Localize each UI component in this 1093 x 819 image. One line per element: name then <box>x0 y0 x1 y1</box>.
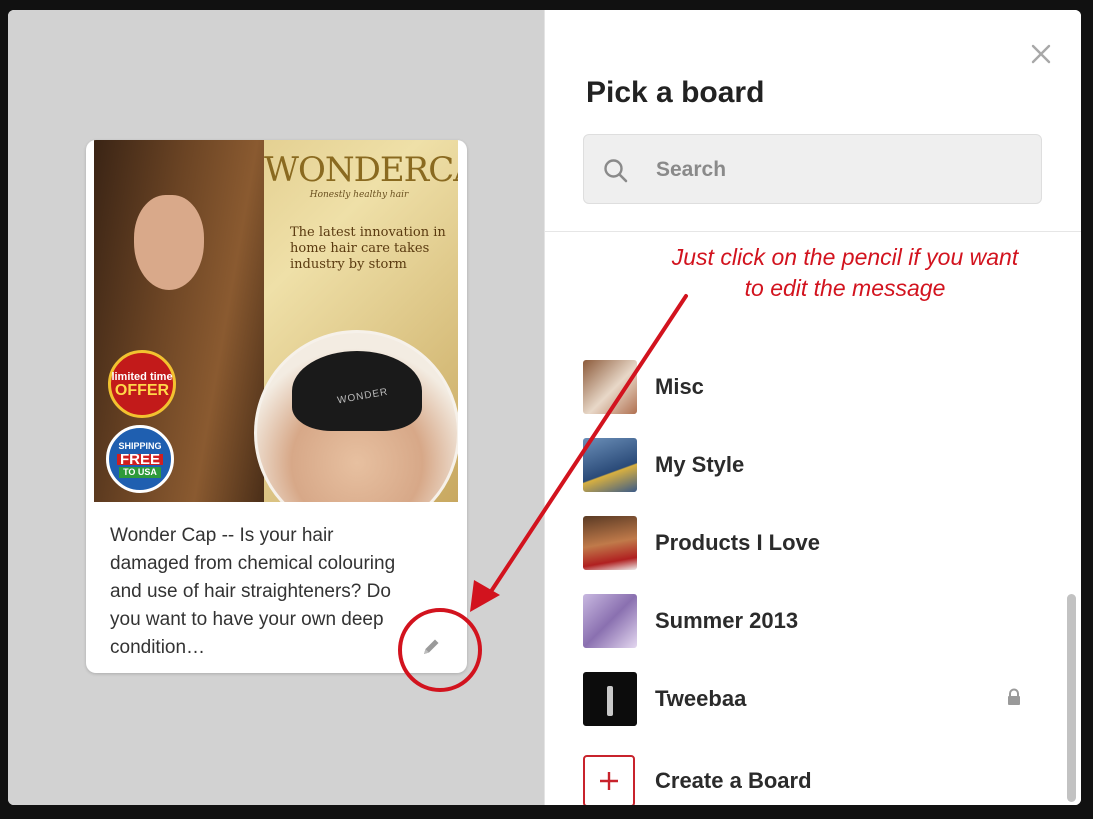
search-box <box>583 134 1042 204</box>
board-thumbnail <box>583 594 637 648</box>
board-item-products-i-love[interactable]: Products I Love <box>583 504 1023 582</box>
board-item-misc[interactable]: Misc <box>583 348 1023 426</box>
board-name: Tweebaa <box>655 686 747 711</box>
product-photo: WONDER <box>254 330 458 502</box>
panel-divider <box>545 231 1081 232</box>
model-face-illustration <box>134 195 204 290</box>
plus-icon <box>583 755 635 805</box>
limited-offer-badge: limited time OFFER <box>108 350 176 418</box>
board-picker-dialog: WONDERCAP Honestly healthy hair The late… <box>8 10 1081 805</box>
scrollbar[interactable] <box>1065 232 1077 802</box>
free-badge-bottom: TO USA <box>119 466 161 478</box>
promo-text: The latest innovation in home hair care … <box>290 225 446 272</box>
board-list: Misc My Style Products I Love Summer 201… <box>583 348 1023 805</box>
brand-logo: WONDERCAP <box>264 150 458 190</box>
cap-label: WONDER <box>336 386 390 407</box>
pin-image: WONDERCAP Honestly healthy hair The late… <box>94 140 458 502</box>
board-thumbnail <box>583 360 637 414</box>
board-name: Products I Love <box>655 530 821 555</box>
board-name: Misc <box>655 374 704 399</box>
brand-tagline: Honestly healthy hair <box>309 190 409 200</box>
free-badge-main: FREE <box>116 452 163 467</box>
create-board-label: Create a Board <box>655 768 812 793</box>
board-item-tweebaa[interactable]: Tweebaa <box>583 660 1023 738</box>
pin-preview-pane: WONDERCAP Honestly healthy hair The late… <box>8 10 544 805</box>
free-badge-top: SHIPPING <box>118 440 162 451</box>
offer-badge-main: OFFER <box>114 382 170 399</box>
board-thumbnail <box>583 438 637 492</box>
pin-description: Wonder Cap -- Is your hair damaged from … <box>110 525 396 658</box>
board-item-my-style[interactable]: My Style <box>583 426 1023 504</box>
create-board-button[interactable]: Create a Board <box>583 742 1023 805</box>
board-name: My Style <box>655 452 745 477</box>
board-thumbnail <box>583 516 637 570</box>
pin-card: WONDERCAP Honestly healthy hair The late… <box>86 140 467 673</box>
pencil-icon[interactable] <box>418 634 444 660</box>
search-input[interactable] <box>654 149 1028 191</box>
scrollbar-thumb[interactable] <box>1067 594 1076 802</box>
close-icon[interactable] <box>1027 40 1055 68</box>
annotation-text: Just click on the pencil if you want to … <box>671 244 1019 301</box>
board-picker-panel: Pick a board Misc My Style Pro <box>544 10 1081 805</box>
board-name: Summer 2013 <box>655 608 799 633</box>
panel-title: Pick a board <box>586 76 765 109</box>
search-icon <box>602 157 630 185</box>
lock-icon <box>1005 688 1023 706</box>
board-item-summer-2013[interactable]: Summer 2013 <box>583 582 1023 660</box>
board-thumbnail <box>583 672 637 726</box>
free-shipping-badge: SHIPPING FREE TO USA <box>106 425 174 493</box>
cap-illustration: WONDER <box>292 351 422 431</box>
